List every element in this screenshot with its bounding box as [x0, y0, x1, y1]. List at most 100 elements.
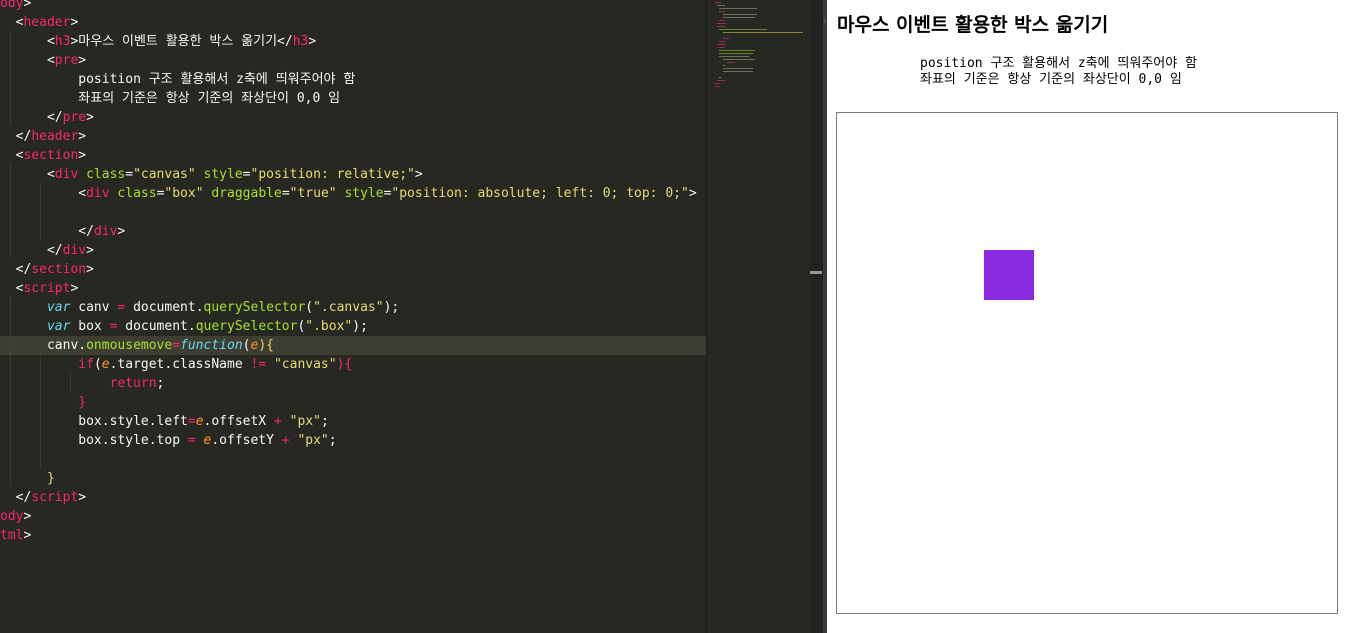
code-line[interactable]: </section>: [0, 260, 94, 279]
code-token: if: [78, 357, 94, 372]
code-token: </: [46, 243, 63, 258]
code-token: canv: [70, 300, 118, 315]
draggable-box[interactable]: [984, 250, 1034, 300]
code-token: document.: [125, 300, 204, 315]
code-line[interactable]: ody>: [0, 0, 31, 13]
code-line[interactable]: canv.onmousemove=function(e){: [0, 336, 706, 355]
code-editor[interactable]: ody> <header> <h3>마우스 이벤트 활용한 박스 옮기기</h3…: [0, 0, 706, 633]
code-token: >: [86, 243, 94, 258]
minimap-line: [719, 53, 753, 54]
minimap-line: [717, 5, 725, 6]
code-line[interactable]: <section>: [0, 146, 86, 165]
code-token: !=: [250, 357, 267, 372]
code-token: box.style.top: [78, 433, 188, 448]
indent-guide: [10, 30, 11, 125]
code-line[interactable]: position 구조 활용해서 z축에 띄워주어야 함: [0, 70, 355, 89]
code-line[interactable]: <div class="canvas" style="position: rel…: [0, 165, 423, 184]
indent-guide: [40, 353, 41, 467]
scrollbar-thumb[interactable]: [810, 271, 822, 274]
code-line[interactable]: if(e.target.className != "canvas"){: [0, 355, 352, 374]
code-token: script: [23, 281, 71, 296]
code-line[interactable]: </pre>: [0, 108, 94, 127]
minimap-line: [723, 59, 755, 60]
chevron-left-icon[interactable]: ›: [821, 14, 828, 28]
code-token: "position: relative;": [250, 167, 415, 182]
code-token: }: [78, 395, 87, 410]
code-token: .target.className: [109, 357, 251, 372]
code-line[interactable]: </header>: [0, 127, 86, 146]
code-line[interactable]: box.style.left=e.offsetX + "px";: [0, 412, 328, 431]
code-line[interactable]: var canv = document.querySelector(".canv…: [0, 298, 399, 317]
code-token: <: [46, 53, 55, 68]
canvas-area[interactable]: [836, 112, 1338, 614]
code-token: .offsetY: [211, 433, 282, 448]
code-token: section: [23, 148, 79, 163]
code-line[interactable]: <div class="box" draggable="true" style=…: [0, 184, 696, 203]
code-token: >: [78, 490, 87, 505]
code-line[interactable]: tml>: [0, 526, 31, 545]
code-token: ){: [258, 338, 274, 353]
code-line[interactable]: }: [0, 393, 86, 412]
code-line[interactable]: <header>: [0, 13, 79, 32]
minimap-line: [719, 29, 767, 30]
code-token: >: [78, 53, 87, 68]
code-line[interactable]: </script>: [0, 488, 86, 507]
code-line[interactable]: return;: [0, 374, 165, 393]
code-token: =: [172, 338, 181, 353]
code-line[interactable]: <pre>: [0, 51, 86, 70]
minimap-line: [717, 80, 725, 81]
code-token: >: [117, 224, 126, 239]
code-token: h3: [54, 34, 71, 49]
code-token: </: [78, 224, 94, 239]
code-token: position 구조 활용해서 z축에 띄워주어야 함: [78, 72, 356, 87]
code-token: }: [46, 471, 55, 486]
minimap-line: [723, 32, 803, 33]
code-line[interactable]: <h3>마우스 이벤트 활용한 박스 옮기기</h3>: [0, 32, 316, 51]
minimap-line: [723, 65, 725, 66]
code-line[interactable]: </div>: [0, 222, 125, 241]
code-token: div: [54, 167, 79, 182]
code-token: var: [46, 300, 71, 315]
code-token: >: [78, 148, 87, 163]
code-token: +: [281, 433, 290, 448]
code-token: function: [180, 338, 243, 353]
code-line[interactable]: ody>: [0, 507, 31, 526]
code-line[interactable]: var box = document.querySelector(".box")…: [0, 317, 368, 336]
code-token: ){: [336, 357, 353, 372]
code-token: );: [352, 319, 368, 334]
code-line[interactable]: box.style.top = e.offsetY + "px";: [0, 431, 336, 450]
code-token: return: [109, 376, 157, 391]
code-line[interactable]: </div>: [0, 241, 94, 260]
minimap[interactable]: [706, 0, 810, 633]
code-token: "position: absolute; left: 0; top: 0;": [391, 186, 689, 201]
code-token: </: [46, 110, 63, 125]
code-line[interactable]: 좌표의 기준은 항상 기준의 좌상단이 0,0 임: [0, 89, 340, 108]
code-token: "box": [164, 186, 204, 201]
code-token: div: [86, 186, 110, 201]
code-token: canv.: [46, 338, 87, 353]
code-token: "px": [289, 414, 321, 429]
editor-scrollbar[interactable]: [809, 0, 823, 633]
minimap-line: [719, 11, 725, 12]
code-token: >: [23, 509, 32, 524]
minimap-line: [723, 71, 753, 72]
code-line[interactable]: }: [0, 469, 55, 488]
code-token: (: [93, 357, 102, 372]
code-line[interactable]: <script>: [0, 279, 79, 298]
code-token: <: [46, 167, 55, 182]
minimap-line: [717, 47, 725, 48]
minimap-line: [715, 86, 720, 87]
minimap-line: [723, 17, 755, 18]
code-token: header: [23, 15, 71, 30]
code-token: 마우스 이벤트 활용한 박스 옮기기: [78, 34, 278, 49]
